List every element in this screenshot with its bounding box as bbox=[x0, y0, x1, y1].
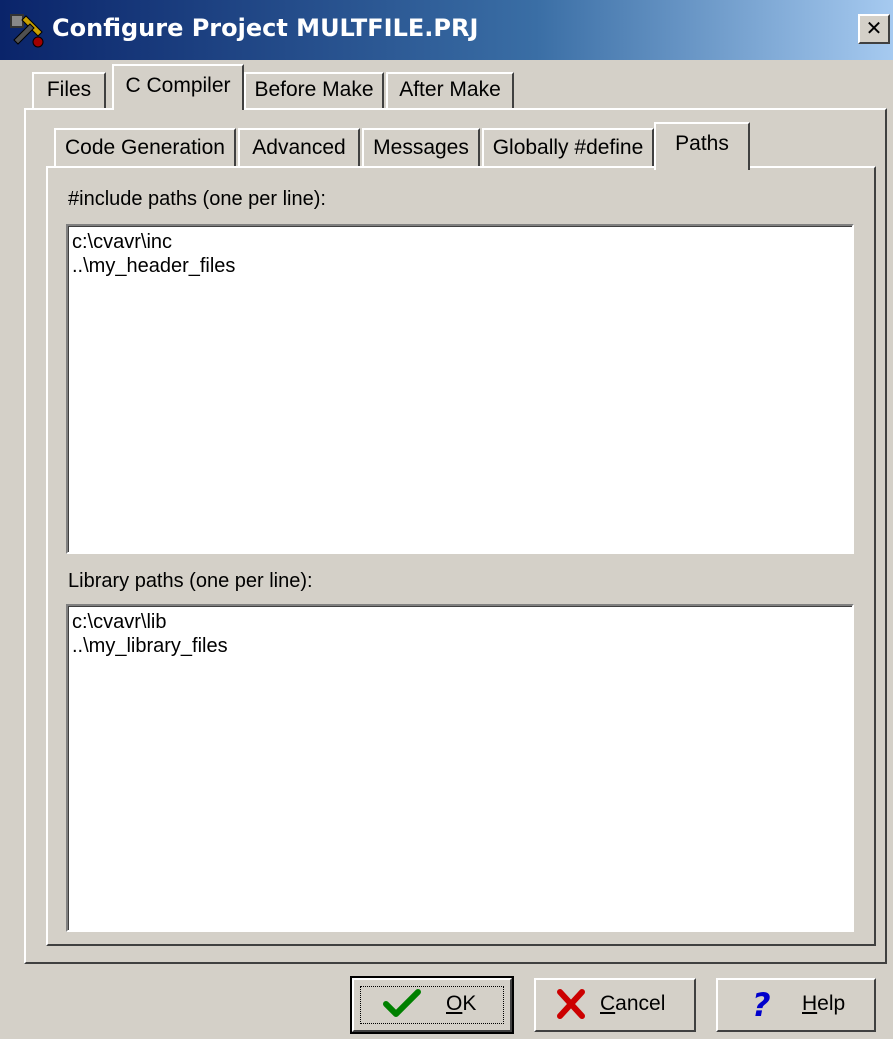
tab-label: Messages bbox=[373, 136, 469, 159]
tab-label: C Compiler bbox=[125, 74, 231, 97]
ok-label: OK bbox=[446, 992, 477, 1015]
tab-label: Code Generation bbox=[65, 136, 225, 159]
title-bar[interactable]: Configure Project MULTFILE.PRJ ✕ bbox=[0, 0, 893, 60]
svg-text:?: ? bbox=[752, 988, 771, 1020]
configure-project-dialog: Configure Project MULTFILE.PRJ ✕ Files C… bbox=[0, 0, 893, 1039]
tab-label: After Make bbox=[399, 78, 501, 101]
tab-messages[interactable]: Messages bbox=[362, 128, 480, 166]
tab-files[interactable]: Files bbox=[32, 72, 106, 108]
include-path-line: c:\cvavr\inc bbox=[72, 231, 173, 253]
tab-advanced[interactable]: Advanced bbox=[238, 128, 360, 166]
cancel-button[interactable]: Cancel bbox=[534, 978, 696, 1032]
app-icon bbox=[10, 14, 44, 48]
tab-label: Files bbox=[46, 78, 92, 101]
include-paths-textarea[interactable]: c:\cvavr\inc ..\my_header_files bbox=[66, 224, 854, 554]
library-path-line: c:\cvavr\lib bbox=[72, 611, 167, 633]
tab-label: Paths bbox=[675, 132, 729, 155]
tab-paths[interactable]: Paths bbox=[654, 122, 750, 170]
tab-code-generation[interactable]: Code Generation bbox=[54, 128, 236, 166]
tab-label: Before Make bbox=[254, 78, 374, 101]
tab-before-make[interactable]: Before Make bbox=[244, 72, 384, 108]
library-paths-label: Library paths (one per line): bbox=[68, 570, 313, 592]
library-paths-textarea[interactable]: c:\cvavr\lib ..\my_library_files bbox=[66, 604, 854, 932]
tab-c-compiler[interactable]: C Compiler bbox=[112, 64, 244, 110]
close-icon: ✕ bbox=[865, 16, 883, 40]
tab-label: Advanced bbox=[252, 136, 346, 159]
checkmark-icon bbox=[383, 989, 421, 1017]
red-x-icon bbox=[557, 989, 585, 1019]
window-title: Configure Project MULTFILE.PRJ bbox=[52, 14, 479, 42]
include-paths-label: #include paths (one per line): bbox=[68, 188, 326, 210]
close-button[interactable]: ✕ bbox=[858, 14, 890, 44]
cancel-label: Cancel bbox=[600, 992, 666, 1015]
include-path-line: ..\my_header_files bbox=[72, 255, 236, 277]
tab-globally-define[interactable]: Globally #define bbox=[482, 128, 654, 166]
question-mark-icon: ? bbox=[752, 988, 771, 1020]
library-path-line: ..\my_library_files bbox=[72, 635, 228, 657]
ok-button[interactable]: OK bbox=[350, 976, 514, 1034]
help-button[interactable]: ? Help bbox=[716, 978, 876, 1032]
tab-after-make[interactable]: After Make bbox=[386, 72, 514, 108]
help-label: Help bbox=[802, 992, 846, 1015]
tab-label: Globally #define bbox=[492, 136, 644, 159]
